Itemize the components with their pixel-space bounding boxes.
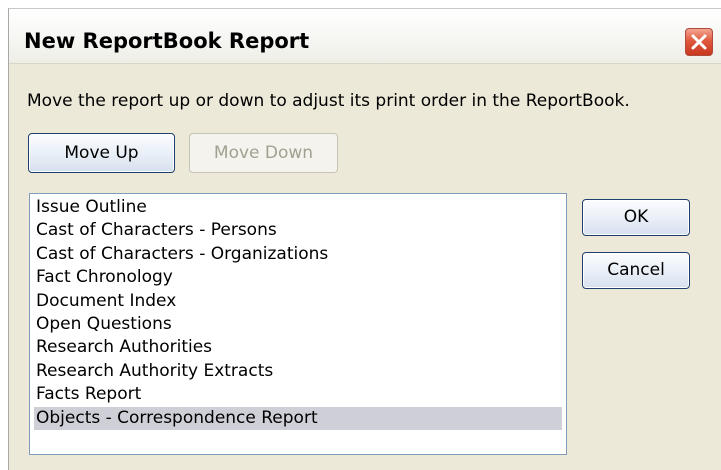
list-item[interactable]: Issue Outline (34, 196, 562, 219)
list-item[interactable]: Cast of Characters - Persons (34, 219, 562, 242)
close-icon (691, 34, 707, 50)
report-list[interactable]: Issue Outline Cast of Characters - Perso… (29, 193, 567, 455)
ok-button[interactable]: OK (582, 199, 690, 236)
list-item-selected[interactable]: Objects - Correspondence Report (34, 406, 562, 430)
list-item[interactable]: Research Authorities (34, 336, 562, 359)
move-up-button[interactable]: Move Up (28, 133, 175, 173)
instruction-text: Move the report up or down to adjust its… (27, 91, 630, 111)
cancel-button[interactable]: Cancel (582, 252, 690, 289)
list-item[interactable]: Fact Chronology (34, 266, 562, 289)
list-item[interactable]: Document Index (34, 290, 562, 313)
list-item[interactable]: Research Authority Extracts (34, 360, 562, 383)
title-bar[interactable]: New ReportBook Report (9, 9, 721, 64)
move-down-button[interactable]: Move Down (189, 133, 338, 173)
new-reportbook-report-dialog: New ReportBook Report Move the report up… (8, 8, 721, 470)
list-item[interactable]: Facts Report (34, 383, 562, 406)
window-title: New ReportBook Report (24, 29, 310, 53)
close-button[interactable] (685, 28, 713, 56)
list-item[interactable]: Open Questions (34, 313, 562, 336)
list-item[interactable]: Cast of Characters - Organizations (34, 243, 562, 266)
